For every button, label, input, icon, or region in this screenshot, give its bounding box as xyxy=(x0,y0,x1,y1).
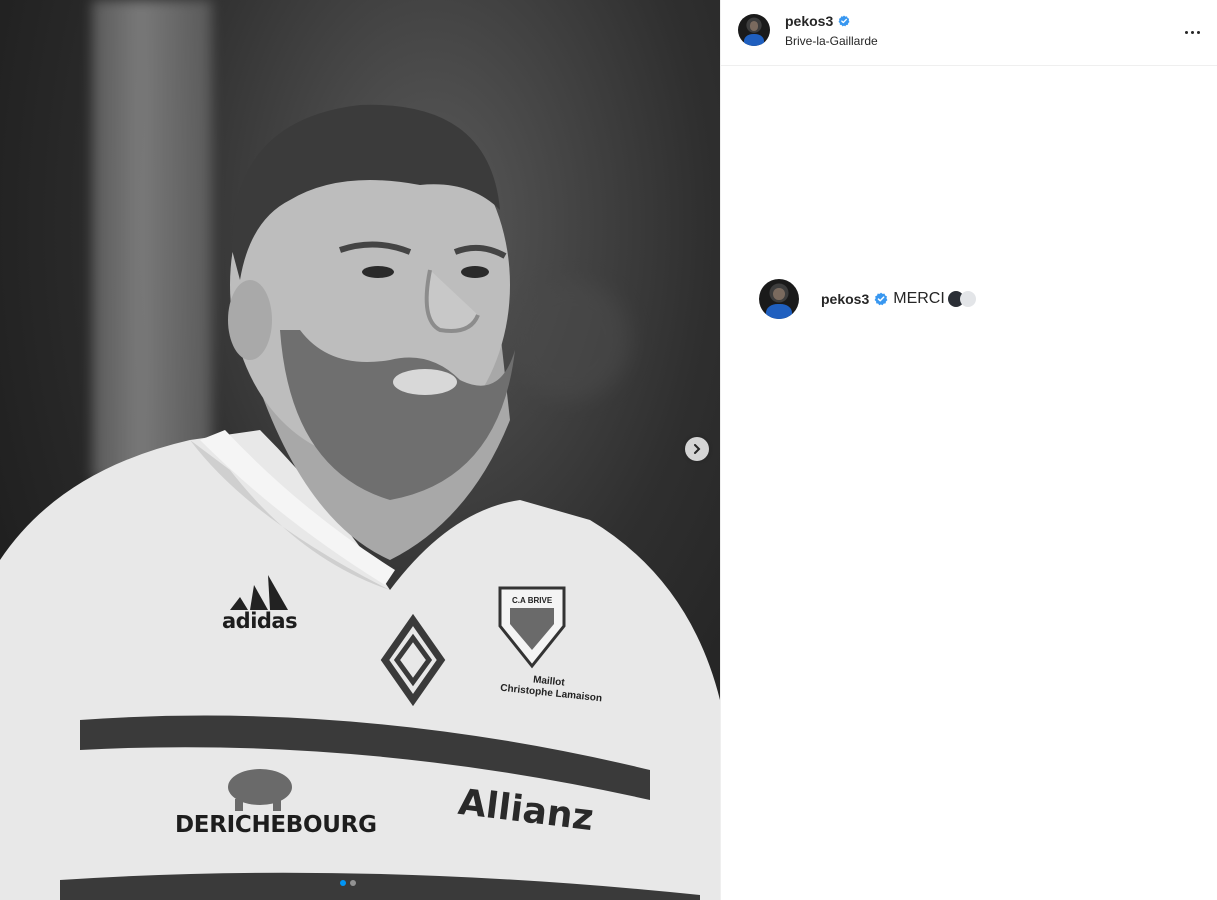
author-info: pekos3 xyxy=(785,13,850,29)
caption-author-avatar[interactable] xyxy=(759,279,799,319)
jersey-brand-text: adidas xyxy=(222,609,298,633)
caption-line: pekos3 MERCI xyxy=(821,290,976,308)
player-photo xyxy=(0,104,720,900)
caption-emojis xyxy=(947,291,976,307)
more-options-button[interactable] xyxy=(1180,20,1204,44)
caption-username[interactable]: pekos3 xyxy=(821,291,869,307)
post-header: pekos3 Brive-la-Gaillarde xyxy=(721,0,1217,66)
more-options-icon xyxy=(1184,30,1188,34)
carousel-indicator xyxy=(340,880,356,886)
white-circle-emoji xyxy=(959,291,976,307)
post-caption: pekos3 MERCI xyxy=(759,279,976,319)
post-side-panel: pekos3 Brive-la-Gaillarde pekos3 MERCI xyxy=(720,0,1217,900)
post-location[interactable]: Brive-la-Gaillarde xyxy=(785,34,878,48)
verified-badge-icon xyxy=(874,292,888,306)
post-media[interactable]: adidas Maillot Christophe Lamaison C.A B… xyxy=(0,0,720,900)
verified-badge-icon xyxy=(838,15,850,27)
carousel-dot xyxy=(350,880,356,886)
next-slide-button[interactable] xyxy=(685,437,709,461)
chevron-right-icon xyxy=(694,444,701,454)
jersey-badge-text: C.A BRIVE xyxy=(512,596,553,605)
author-avatar[interactable] xyxy=(738,14,770,46)
carousel-dot-active xyxy=(340,880,346,886)
sponsor-left-text: DERICHEBOURG xyxy=(175,812,377,838)
caption-text: MERCI xyxy=(893,290,945,307)
author-username[interactable]: pekos3 xyxy=(785,13,833,29)
